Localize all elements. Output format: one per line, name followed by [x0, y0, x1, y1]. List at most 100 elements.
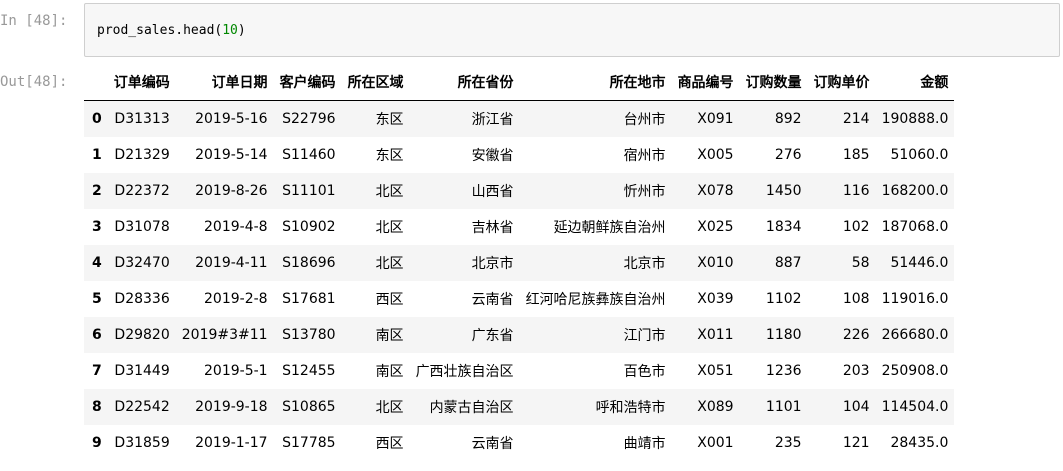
table-cell: 226	[842, 327, 870, 343]
table-row: 0 D31313 2019-5-16 S22796 东区 浙江省 台州市 X091 892 214…	[84, 100, 955, 137]
table-cell: S11460	[282, 147, 336, 163]
table-cell: 云南省	[471, 436, 514, 452]
table-row: 2 D22372 2019-8-26 S11101 北区 山西省 忻州市 X078 1450 11…	[84, 173, 955, 209]
table-cell: 东区	[375, 112, 404, 128]
column-header: 所在省份	[409, 64, 520, 101]
output-prompt: Out[48]:	[0, 74, 68, 90]
table-cell: D29820	[114, 327, 170, 343]
table-row: 1 D21329 2019-5-14 S11460 东区 安徽省 宿州市 X005 276 185…	[84, 137, 954, 173]
row-index: 6	[92, 327, 102, 343]
code-text: prod_sales.head(10)	[97, 23, 246, 38]
code-input-cell[interactable]: prod_sales.head(10)	[84, 3, 1060, 57]
dataframe-table: 订单编码 订单日期 客户编码 所在区域 所在省份 所在地市 商品编号 订购数量 订购单价 金额 0…	[84, 64, 955, 462]
code-function: prod_sales.head(	[97, 23, 223, 38]
table-cell: X005	[697, 147, 734, 163]
row-index: 4	[92, 255, 102, 271]
table-cell: D28336	[114, 291, 170, 307]
table-cell: 延边朝鲜族自治州	[553, 220, 666, 236]
row-index: 1	[92, 147, 102, 163]
row-index: 8	[92, 399, 102, 415]
table-cell: 2019-5-16	[195, 111, 268, 127]
table-cell: 1450	[765, 183, 802, 199]
table-cell: 203	[842, 363, 870, 379]
table-cell: X078	[697, 183, 734, 199]
table-cell: 百色市	[623, 364, 666, 380]
index-header	[84, 64, 108, 101]
table-row: 8 D22542 2019-9-18 S10865 北区 内蒙古自治区 呼和浩特市 X089 1…	[84, 389, 955, 425]
table-cell: 红河哈尼族彝族自治州	[525, 292, 666, 308]
table-cell: 1834	[765, 219, 802, 235]
table-cell: 忻州市	[623, 184, 666, 200]
table-cell: 168200.0	[881, 183, 949, 199]
table-cell: 安徽省	[471, 148, 514, 164]
table-cell: 2019#3#11	[181, 327, 268, 343]
table-cell: 北区	[375, 220, 404, 236]
table-cell: 宿州市	[623, 148, 666, 164]
table-cell: 266680.0	[881, 327, 949, 343]
table-cell: 浙江省	[471, 112, 514, 128]
table-cell: 台州市	[623, 112, 666, 128]
table-cell: 广东省	[471, 328, 514, 344]
table-row: 4 D32470 2019-4-11 S18696 北区 北京市 北京市 X010 887 58 5…	[84, 245, 955, 281]
table-cell: D31313	[114, 111, 170, 127]
table-cell: 276	[774, 147, 802, 163]
table-cell: 2019-2-8	[204, 291, 268, 307]
table-cell: 北区	[375, 256, 404, 272]
column-header: 订购单价	[807, 64, 876, 101]
table-cell: 曲靖市	[623, 436, 666, 452]
table-cell: 1101	[765, 399, 802, 415]
table-cell: 887	[774, 255, 802, 271]
row-index: 2	[92, 183, 102, 199]
table-cell: 187068.0	[881, 219, 949, 235]
table-cell: X010	[697, 255, 734, 271]
table-cell: 吉林省	[471, 220, 514, 236]
table-cell: D31078	[114, 219, 170, 235]
table-cell: 内蒙古自治区	[429, 400, 514, 416]
table-cell: 北京市	[471, 256, 514, 272]
table-row: 7 D31449 2019-5-1 S12455 南区 广西壮族自治区 百色市 X051 123…	[84, 353, 954, 389]
table-row: 9 D31859 2019-1-17 S17785 西区 云南省 曲靖市 X001 235 121…	[84, 425, 954, 461]
table-cell: S17785	[282, 435, 336, 451]
table-cell: 108	[842, 291, 870, 307]
table-cell: 28435.0	[890, 435, 949, 451]
table-cell: D31449	[114, 363, 170, 379]
table-cell: D32470	[114, 255, 170, 271]
column-header: 商品编号	[671, 64, 740, 101]
row-index: 9	[92, 435, 102, 451]
table-cell: S10865	[282, 399, 336, 415]
code-argument: 10	[222, 23, 238, 38]
table-cell: 185	[842, 147, 870, 163]
table-cell: 892	[774, 111, 802, 127]
table-cell: X025	[697, 219, 734, 235]
table-cell: 58	[851, 255, 870, 271]
table-row: 3 D31078 2019-4-8 S10902 北区 吉林省 延边朝鲜族自治州 X025 18…	[84, 209, 954, 245]
table-cell: 北京市	[623, 256, 666, 272]
table-body: 0 D31313 2019-5-16 S22796 东区 浙江省 台州市 X091 892 214…	[84, 100, 955, 462]
table-cell: S22796	[282, 111, 336, 127]
table-cell: D22542	[114, 399, 170, 415]
table-cell: 190888.0	[881, 111, 949, 127]
table-cell: 呼和浩特市	[595, 400, 666, 416]
table-cell: 104	[842, 399, 870, 415]
table-cell: X051	[697, 363, 734, 379]
table-cell: 北区	[375, 400, 404, 416]
table-cell: X089	[697, 399, 734, 415]
row-index: 5	[92, 291, 102, 307]
table-cell: 2019-4-11	[195, 255, 268, 271]
table-cell: 2019-5-14	[195, 147, 268, 163]
table-cell: X039	[697, 291, 734, 307]
table-cell: D22372	[114, 183, 170, 199]
code-close-paren: )	[237, 23, 246, 38]
table-cell: 南区	[375, 364, 404, 380]
table-cell: 云南省	[471, 292, 514, 308]
table-cell: 116	[842, 183, 870, 199]
table-cell: X091	[697, 111, 734, 127]
row-index: 3	[92, 219, 102, 235]
table-cell: 广西壮族自治区	[415, 364, 514, 380]
table-cell: 235	[774, 435, 802, 451]
column-header: 订购数量	[739, 64, 808, 101]
table-cell: 西区	[375, 436, 404, 452]
row-index: 7	[92, 363, 102, 379]
table-cell: 51446.0	[890, 255, 949, 271]
table-cell: 北区	[375, 184, 404, 200]
